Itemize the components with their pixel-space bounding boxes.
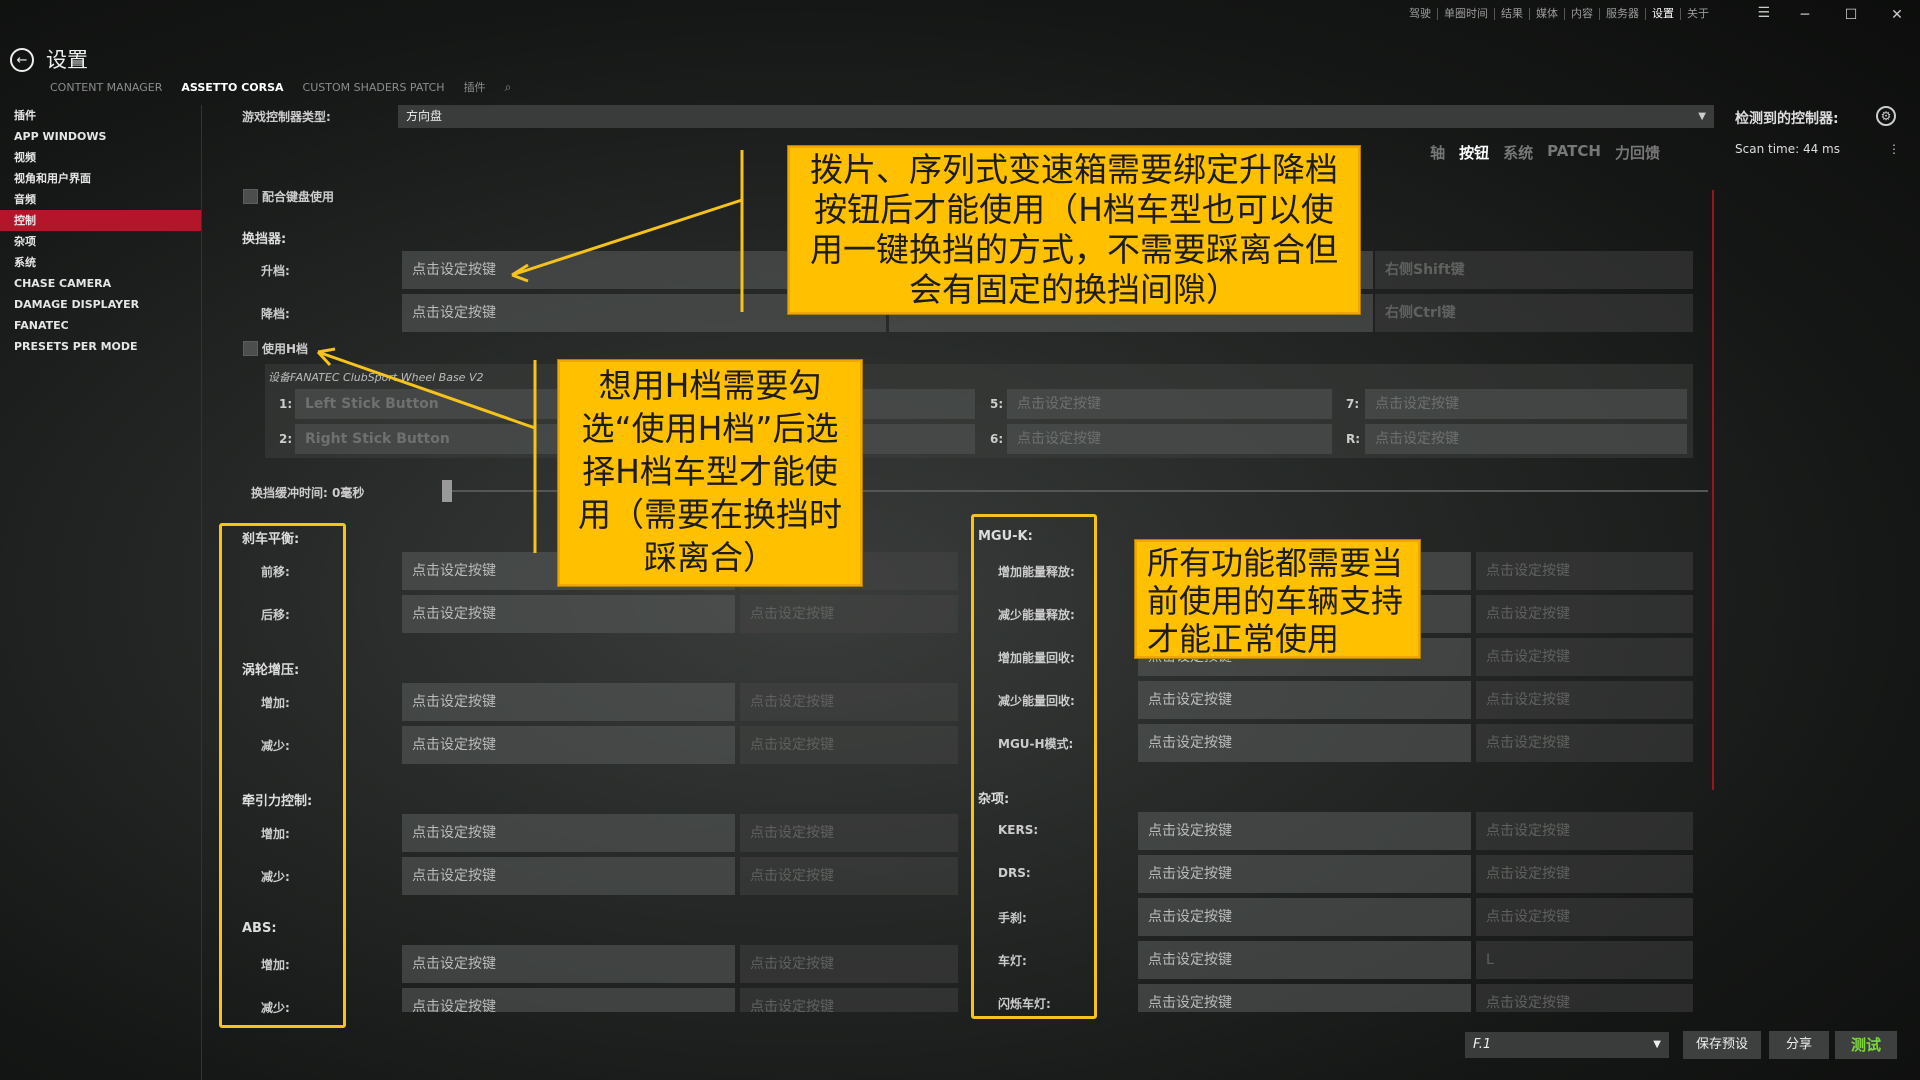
callout-car-support: 所有功能都需要当前使用的车辆支持才能正常使用 [1135,540,1420,658]
callout-paddle-shift: 拨片、序列式变速箱需要绑定升降档按钮后才能使用（H档车型也可以使用一键换挡的方式… [788,146,1360,314]
callout-h-shifter: 想用H档需要勾选“使用H档”后选择H档车型才能使用（需要在换挡时踩离合） [558,360,862,586]
